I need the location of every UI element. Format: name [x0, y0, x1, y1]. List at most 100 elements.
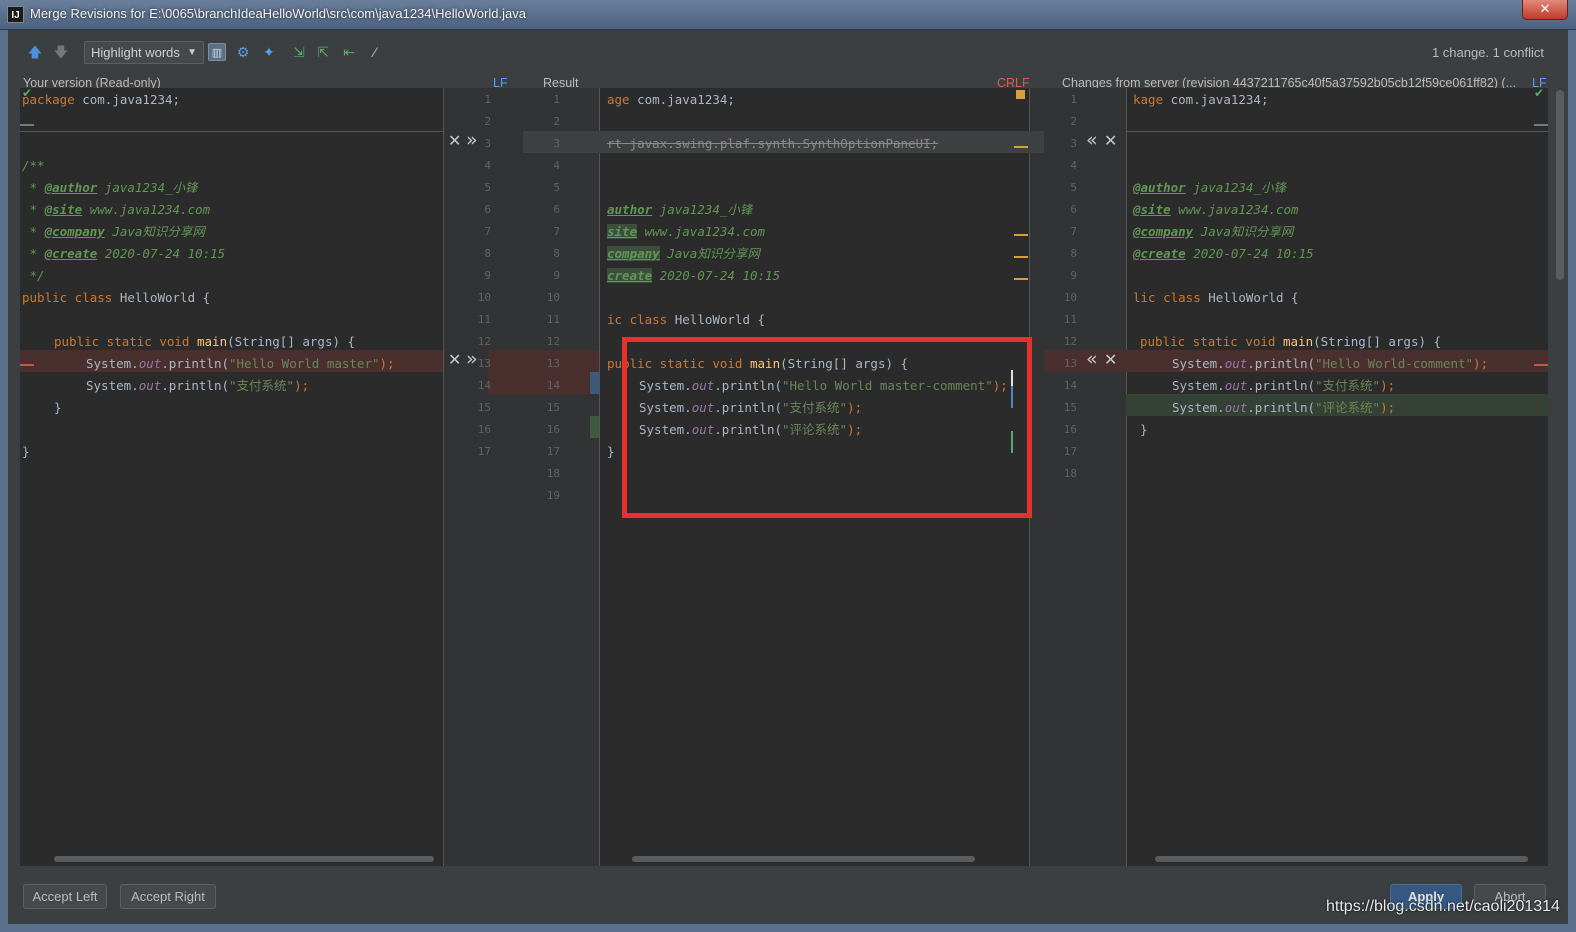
line-number: 18	[1063, 467, 1077, 480]
watermark: https://blog.csdn.net/caoli201314	[1326, 898, 1560, 915]
right-horizontal-scrollbar[interactable]	[1155, 856, 1528, 862]
apply-right-conflict-icon[interactable]: «	[1086, 350, 1098, 369]
line-number: 7	[484, 225, 491, 238]
checkmark-icon: ✔	[22, 86, 33, 100]
wand-icon[interactable]: ⁄	[366, 43, 384, 61]
line-number: 2	[1070, 115, 1077, 128]
line-number: 16	[477, 423, 491, 436]
line-number: 1	[1070, 93, 1077, 106]
apply-right-change-icon[interactable]: «	[1086, 131, 1098, 150]
code-line: kage com.java1234;	[1133, 92, 1269, 107]
code-line: company Java知识分享网	[607, 246, 760, 261]
checkmark-icon: ✔	[1534, 86, 1545, 100]
code-line: age com.java1234;	[607, 92, 735, 107]
line-number: 18	[546, 467, 560, 480]
change-stripe	[1014, 256, 1028, 258]
accept-left-button[interactable]: Accept Left	[23, 884, 107, 909]
line-number: 11	[546, 313, 560, 326]
line-number: 5	[553, 181, 560, 194]
line-number: 6	[1070, 203, 1077, 216]
line-number: 17	[546, 445, 560, 458]
line-number: 14	[1063, 379, 1077, 392]
line-number: 17	[477, 445, 491, 458]
right-merge-gutter	[1029, 88, 1126, 866]
apply-left-conflict-icon[interactable]: »	[466, 350, 478, 369]
ignore-left-conflict-icon[interactable]: ✕	[448, 351, 461, 369]
change-summary: 1 change. 1 conflict	[1431, 45, 1544, 60]
arrow-down-icon[interactable]: 🡇	[52, 43, 70, 61]
line-number: 1	[553, 93, 560, 106]
highlight-mode-dropdown[interactable]: Highlight words ▼	[84, 41, 204, 64]
conflict-stripe	[1534, 364, 1548, 366]
conflict-stripe	[20, 364, 34, 366]
divider	[1126, 88, 1127, 866]
code-line: public static void main(String[] args) {	[54, 334, 356, 349]
vertical-scrollbar[interactable]	[1556, 90, 1564, 280]
divider	[599, 88, 600, 866]
merge-toolbar: 🡅 🡇 Highlight words ▼ ▥ ⚙ ✦ ⇲ ⇱ ⇤ ⁄ 1 ch…	[8, 30, 1568, 74]
intellij-app-icon: IJ	[7, 6, 24, 23]
line-number: 8	[484, 247, 491, 260]
line-number: 8	[1070, 247, 1077, 260]
code-line: /**	[22, 158, 45, 173]
accept-right-button[interactable]: Accept Right	[120, 884, 216, 909]
insert-marker	[590, 416, 599, 438]
line-number: 7	[553, 225, 560, 238]
code-line: rt javax.swing.plaf.synth.SynthOptionPan…	[607, 136, 939, 151]
window-frame-left	[0, 30, 8, 932]
modify-marker	[590, 372, 599, 394]
apply-left-icon[interactable]: ⇲	[290, 43, 308, 61]
code-line: * @company Java知识分享网	[22, 224, 205, 239]
line-number: 11	[1063, 313, 1077, 326]
error-stripe-icon[interactable]	[1016, 90, 1025, 99]
line-number: 17	[1063, 445, 1077, 458]
left-horizontal-scrollbar[interactable]	[54, 856, 434, 862]
line-number: 4	[1070, 159, 1077, 172]
change-marker-line	[1126, 131, 1548, 132]
line-number: 15	[1063, 401, 1077, 414]
window-close-button[interactable]: ✕	[1522, 0, 1568, 20]
ignore-right-change-icon[interactable]: ✕	[1104, 132, 1117, 150]
apply-right-icon[interactable]: ⇱	[314, 43, 332, 61]
line-number: 10	[546, 291, 560, 304]
code-line: @site www.java1234.com	[1133, 202, 1299, 217]
line-number: 10	[477, 291, 491, 304]
line-number: 14	[546, 379, 560, 392]
apply-left-change-icon[interactable]: »	[466, 131, 478, 150]
window-title: Merge Revisions for E:\0065\branchIdeaHe…	[30, 6, 526, 21]
change-marker-line	[20, 131, 443, 132]
line-number: 19	[546, 489, 560, 502]
line-number: 12	[1063, 335, 1077, 348]
magic-resolve-icon[interactable]: ✦	[260, 43, 278, 61]
code-line: }	[22, 444, 30, 459]
annotation-box	[622, 337, 1032, 518]
line-number: 7	[1070, 225, 1077, 238]
arrow-up-icon[interactable]: 🡅	[26, 43, 44, 61]
apply-non-conflicting-icon[interactable]: ⇤	[340, 43, 358, 61]
code-line: ic class HelloWorld {	[607, 312, 766, 327]
line-number: 5	[484, 181, 491, 194]
result-horizontal-scrollbar[interactable]	[632, 856, 975, 862]
code-line: }	[54, 400, 62, 415]
side-by-side-icon[interactable]: ▥	[208, 43, 226, 61]
code-line: * @author java1234_小锋	[22, 180, 198, 195]
line-number: 16	[546, 423, 560, 436]
change-stripe	[1014, 146, 1028, 148]
line-number: 6	[553, 203, 560, 216]
code-line: public static void main(String[] args) {	[1140, 334, 1442, 349]
line-number: 11	[477, 313, 491, 326]
line-number: 15	[546, 401, 560, 414]
line-number: 15	[477, 401, 491, 414]
gear-icon[interactable]: ⚙	[234, 43, 252, 61]
line-number: 3	[553, 137, 560, 150]
ignore-left-change-icon[interactable]: ✕	[448, 132, 461, 150]
code-line: System.out.println("Hello World master")…	[86, 356, 395, 371]
code-line: lic class HelloWorld {	[1133, 290, 1299, 305]
code-line: @author java1234_小锋	[1133, 180, 1286, 195]
line-number: 13	[546, 357, 560, 370]
line-number: 2	[553, 115, 560, 128]
code-line: System.out.println("支付系统");	[86, 378, 310, 393]
line-number: 6	[484, 203, 491, 216]
ignore-right-conflict-icon[interactable]: ✕	[1104, 351, 1117, 369]
change-stripe	[1014, 234, 1028, 236]
